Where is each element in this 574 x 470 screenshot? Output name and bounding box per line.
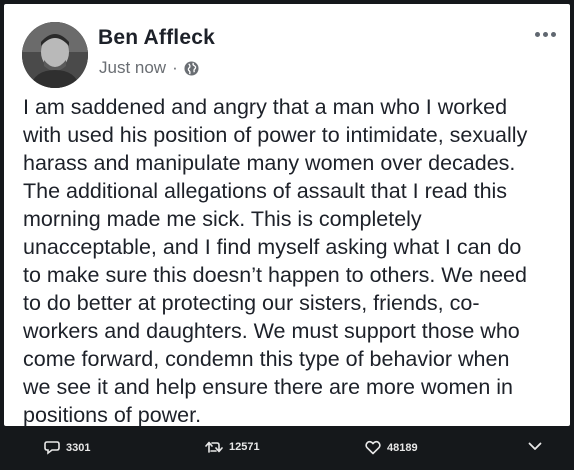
heart-icon bbox=[365, 440, 381, 455]
like-count: 48189 bbox=[387, 441, 418, 454]
post-line: workers and daughters. We must support t… bbox=[23, 319, 520, 343]
post-line: The additional allegations of assault th… bbox=[23, 179, 508, 203]
post-meta: Just now · bbox=[99, 58, 199, 78]
post-line: to make sure this doesn’t happen to othe… bbox=[23, 263, 527, 287]
post-line: unacceptable, and I find myself asking w… bbox=[23, 235, 522, 259]
timestamp[interactable]: Just now bbox=[99, 58, 166, 78]
facebook-post-card: Ben Affleck Just now · I am saddened and… bbox=[4, 4, 570, 429]
globe-icon bbox=[184, 60, 199, 76]
tweet-action-bar: 3301 12571 48189 bbox=[0, 428, 574, 470]
retweet-icon bbox=[205, 441, 223, 453]
meta-separator: · bbox=[172, 58, 178, 77]
chevron-down-icon[interactable] bbox=[528, 442, 548, 451]
post-line: harass and manipulate many women over de… bbox=[23, 151, 516, 175]
retweet-count: 12571 bbox=[229, 441, 260, 453]
reply-count: 3301 bbox=[66, 441, 91, 454]
avatar-image bbox=[22, 22, 88, 88]
post-line: I am saddened and angry that a man who I… bbox=[23, 95, 508, 119]
post-line: come forward, condemn this type of behav… bbox=[23, 347, 510, 371]
post-line: to do better at protecting our sisters, … bbox=[23, 291, 480, 315]
avatar[interactable] bbox=[22, 22, 88, 88]
post-line: we see it and help ensure there are more… bbox=[23, 375, 513, 399]
post-line: with used his position of power to intim… bbox=[23, 123, 528, 147]
retweet-button[interactable]: 12571 bbox=[205, 440, 260, 454]
post-line: morning made me sick. This is completely bbox=[23, 207, 422, 231]
author-name[interactable]: Ben Affleck bbox=[98, 26, 215, 50]
like-button[interactable]: 48189 bbox=[365, 440, 418, 455]
more-options-icon[interactable] bbox=[535, 32, 556, 37]
reply-icon bbox=[44, 441, 60, 455]
post-line: positions of power. bbox=[23, 403, 202, 427]
post-body: I am saddened and angry that a man who I… bbox=[23, 93, 555, 429]
reply-button[interactable]: 3301 bbox=[44, 440, 90, 455]
tweet-frame: Ben Affleck Just now · I am saddened and… bbox=[0, 0, 574, 470]
